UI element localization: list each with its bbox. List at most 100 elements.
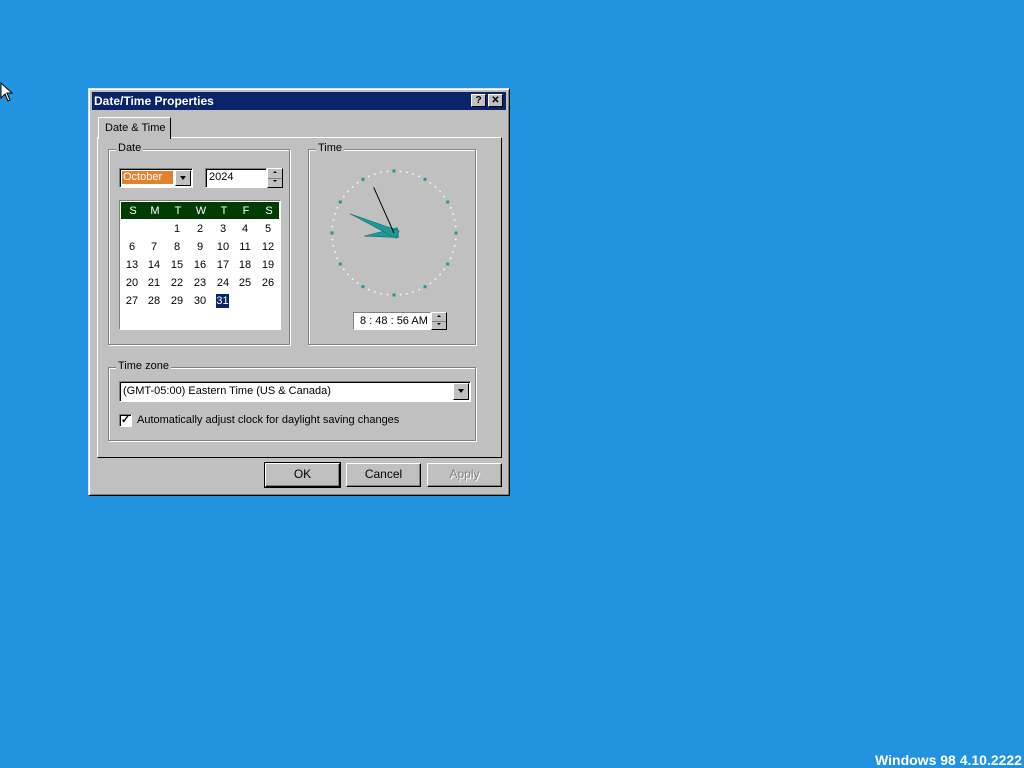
- calendar-day[interactable]: 31: [216, 294, 229, 308]
- calendar-header: SMTWTFS: [121, 202, 279, 219]
- close-button[interactable]: ✕: [488, 94, 503, 107]
- minute-mark: [332, 219, 335, 221]
- weekday-header: T: [174, 205, 182, 217]
- mouse-pointer-icon: [0, 82, 14, 102]
- minute-mark: [334, 251, 336, 253]
- hour-mark: [423, 285, 427, 289]
- hour-mark: [423, 177, 427, 181]
- calendar-day[interactable]: 30: [189, 294, 211, 308]
- minute-mark: [449, 257, 452, 259]
- minute-mark: [449, 207, 452, 209]
- calendar-day[interactable]: 12: [257, 240, 279, 254]
- calendar-day[interactable]: 11: [234, 240, 256, 254]
- calendar-day[interactable]: 19: [257, 258, 279, 272]
- calendar-day[interactable]: 16: [189, 258, 211, 272]
- tab-label: Date & Time: [105, 122, 166, 134]
- help-button[interactable]: ?: [471, 94, 486, 107]
- minute-mark: [439, 273, 441, 276]
- year-spinner[interactable]: [267, 168, 283, 188]
- spin-down-icon[interactable]: [432, 321, 446, 329]
- calendar-day[interactable]: 21: [143, 276, 165, 290]
- weekday-header: S: [265, 205, 273, 217]
- daylight-checkbox-label[interactable]: Automatically adjust clock for daylight …: [137, 414, 399, 426]
- minute-mark: [347, 273, 349, 276]
- time-spinner[interactable]: [431, 312, 447, 330]
- calendar-day[interactable]: 2: [189, 222, 211, 236]
- month-value: October: [122, 171, 173, 184]
- minute-mark: [399, 293, 402, 296]
- minute-mark: [399, 170, 402, 173]
- minute-mark: [386, 293, 389, 296]
- time-field[interactable]: 8 : 48 : 56 AM: [353, 312, 431, 330]
- calendar-day[interactable]: 9: [189, 240, 211, 254]
- minute-mark: [406, 171, 408, 174]
- calendar-day[interactable]: 27: [121, 294, 143, 308]
- calendar-day[interactable]: 5: [257, 222, 279, 236]
- calendar-day[interactable]: 24: [212, 276, 234, 290]
- minute-mark: [380, 171, 382, 174]
- apply-button[interactable]: Apply: [427, 463, 502, 487]
- calendar-day[interactable]: 17: [212, 258, 234, 272]
- calendar-day[interactable]: 6: [121, 240, 143, 254]
- date-group-label: Date: [116, 142, 144, 154]
- minute-mark: [406, 292, 408, 295]
- calendar-day[interactable]: 20: [121, 276, 143, 290]
- timezone-dropdown[interactable]: (GMT-05:00) Eastern Time (US & Canada): [119, 381, 471, 402]
- calendar-day[interactable]: 14: [143, 258, 165, 272]
- calendar-day[interactable]: 8: [166, 240, 188, 254]
- year-field[interactable]: 2024: [205, 168, 267, 188]
- hour-mark: [392, 293, 396, 297]
- calendar-day[interactable]: 22: [166, 276, 188, 290]
- calendar-day[interactable]: 3: [212, 222, 234, 236]
- analog-clock: [330, 169, 458, 297]
- hour-mark: [361, 285, 365, 289]
- hour-mark: [454, 231, 458, 235]
- tab-panel: Date October 2024 SMTWTFS 1 2 3 4 5 6 7 8 9 10 11 1…: [97, 137, 502, 458]
- calendar-day[interactable]: 23: [189, 276, 211, 290]
- cancel-button[interactable]: Cancel: [346, 463, 421, 487]
- date-group: Date October 2024 SMTWTFS 1 2 3 4 5 6 7 8 9 10 11 1…: [108, 142, 290, 345]
- time-group-label: Time: [316, 142, 345, 154]
- calendar-day[interactable]: 4: [234, 222, 256, 236]
- minute-mark: [351, 278, 354, 280]
- year-value: 2024: [209, 171, 234, 183]
- ok-button[interactable]: OK: [264, 462, 341, 488]
- chevron-down-icon[interactable]: [453, 383, 469, 400]
- datetime-properties-dialog: Date/Time Properties ? ✕ Date & Time Dat…: [88, 88, 510, 496]
- minute-mark: [434, 186, 437, 188]
- daylight-checkbox[interactable]: ✓: [119, 414, 132, 427]
- hour-mark: [446, 262, 450, 266]
- hour-mark: [361, 177, 365, 181]
- timezone-group: Time zone (GMT-05:00) Eastern Time (US &…: [108, 360, 476, 441]
- calendar-day[interactable]: 15: [166, 258, 188, 272]
- minute-mark: [443, 195, 445, 198]
- calendar-day[interactable]: 1: [166, 222, 188, 236]
- minute-mark: [453, 245, 456, 247]
- minute-mark: [453, 219, 456, 221]
- calendar-day[interactable]: 29: [166, 294, 188, 308]
- minute-mark: [412, 291, 414, 293]
- title-bar[interactable]: Date/Time Properties ? ✕: [92, 92, 506, 110]
- weekday-header: M: [150, 205, 160, 217]
- hour-mark: [338, 200, 342, 204]
- calendar-day[interactable]: 7: [143, 240, 165, 254]
- calendar-day[interactable]: 10: [212, 240, 234, 254]
- timezone-value: (GMT-05:00) Eastern Time (US & Canada): [123, 385, 331, 397]
- minute-mark: [443, 268, 445, 271]
- calendar-day[interactable]: 18: [234, 258, 256, 272]
- hour-mark: [446, 200, 450, 204]
- minute-mark: [332, 245, 335, 247]
- tab-date-time[interactable]: Date & Time: [98, 117, 171, 139]
- time-value: 8 : 48 : 56 AM: [360, 315, 428, 327]
- calendar-day[interactable]: 13: [121, 258, 143, 272]
- spin-down-icon[interactable]: [268, 178, 282, 187]
- chevron-down-icon[interactable]: [175, 170, 191, 186]
- calendar-day[interactable]: 25: [234, 276, 256, 290]
- minute-mark: [351, 186, 354, 188]
- calendar-day[interactable]: 28: [143, 294, 165, 308]
- hour-mark: [330, 231, 334, 235]
- minute-mark: [343, 195, 345, 198]
- timezone-group-label: Time zone: [116, 360, 171, 372]
- calendar-day[interactable]: 26: [257, 276, 279, 290]
- month-dropdown[interactable]: October: [119, 168, 193, 188]
